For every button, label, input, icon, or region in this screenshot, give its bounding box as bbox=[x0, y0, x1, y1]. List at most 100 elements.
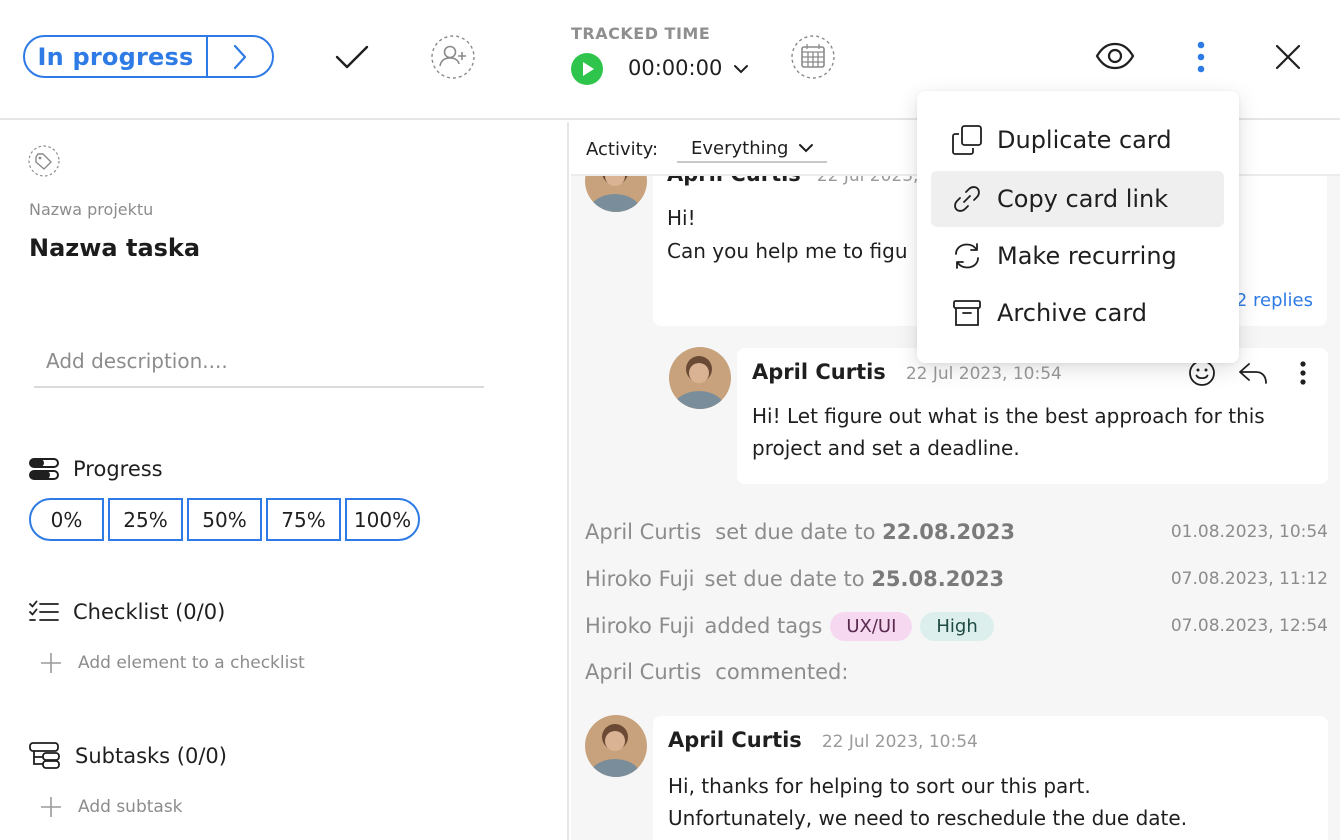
subtasks-section-header: Subtasks (0/0) bbox=[29, 742, 227, 770]
tag-badge: High bbox=[920, 611, 994, 641]
timer-value: 00:00:00 bbox=[628, 56, 723, 80]
calendar-icon bbox=[791, 35, 835, 79]
log-action: commented: bbox=[715, 660, 849, 684]
subtasks-icon bbox=[29, 742, 60, 769]
comment-text-line: Unfortunately, we need to reschedule the… bbox=[668, 806, 1188, 830]
close-button[interactable] bbox=[1272, 41, 1304, 73]
card-options-menu: Duplicate card Copy card link Make recur… bbox=[917, 91, 1239, 363]
progress-options: 0% 25% 50% 75% 100% bbox=[29, 498, 420, 541]
log-timestamp: 07.08.2023, 12:54 bbox=[1170, 616, 1328, 636]
menu-item-copy-card-link[interactable]: Copy card link bbox=[931, 171, 1224, 227]
chevron-down-icon bbox=[799, 144, 814, 153]
reply-text-line: Hi! Let figure out what is the best appr… bbox=[752, 404, 1265, 428]
progress-section-header: Progress bbox=[29, 457, 163, 481]
reply-card: April Curtis 22 Jul 2023, 10:54 Hi! Let … bbox=[737, 348, 1328, 484]
activity-filter-value: Everything bbox=[691, 137, 789, 159]
reply-button[interactable] bbox=[1237, 358, 1269, 388]
kebab-menu-icon bbox=[1300, 361, 1306, 385]
comment-author: April Curtis bbox=[668, 728, 802, 752]
reply-author: April Curtis bbox=[752, 360, 886, 384]
activity-log-item: April Curtis commented: bbox=[585, 657, 1328, 687]
add-tag-button[interactable] bbox=[28, 145, 60, 177]
add-checklist-item-label: Add element to a checklist bbox=[78, 653, 305, 673]
tag-badge: UX/UI bbox=[830, 611, 913, 641]
log-action: set due date to bbox=[715, 520, 876, 544]
timer-dropdown-button[interactable] bbox=[730, 58, 752, 80]
replies-link[interactable]: 2 replies bbox=[1236, 290, 1313, 311]
more-options-button[interactable] bbox=[1188, 38, 1214, 76]
description-input[interactable] bbox=[34, 336, 484, 388]
progress-option-75[interactable]: 75% bbox=[266, 498, 341, 541]
tag-icon bbox=[28, 145, 60, 177]
log-user: Hiroko Fuji bbox=[585, 567, 695, 591]
add-checklist-item-button[interactable]: Add element to a checklist bbox=[40, 652, 305, 674]
plus-icon bbox=[41, 653, 61, 673]
chevron-down-icon bbox=[734, 65, 748, 74]
progress-icon bbox=[29, 458, 59, 480]
due-date-button[interactable] bbox=[790, 34, 836, 80]
task-details-panel: Nazwa projektu Nazwa taska Progress 0% 2… bbox=[0, 122, 569, 840]
log-user: Hiroko Fuji bbox=[585, 614, 695, 638]
activity-log-item: Hiroko Fuji set due date to 25.08.2023 0… bbox=[585, 564, 1328, 594]
log-user: April Curtis bbox=[585, 660, 702, 684]
assign-user-button[interactable] bbox=[430, 34, 476, 80]
log-user: April Curtis bbox=[585, 520, 702, 544]
menu-item-duplicate-card[interactable]: Duplicate card bbox=[931, 112, 1224, 168]
plus-icon bbox=[41, 797, 61, 817]
status-label[interactable]: In progress bbox=[25, 37, 206, 76]
log-value: 22.08.2023 bbox=[882, 520, 1015, 544]
menu-item-archive-card[interactable]: Archive card bbox=[931, 285, 1224, 341]
kebab-menu-icon bbox=[1197, 41, 1205, 73]
add-subtask-button[interactable]: Add subtask bbox=[40, 796, 183, 818]
comment-text-line: Hi, thanks for helping to sort our this … bbox=[668, 774, 1091, 798]
checklist-section-header: Checklist (0/0) bbox=[29, 600, 225, 624]
reply-icon bbox=[1239, 363, 1267, 384]
checklist-title: Checklist (0/0) bbox=[73, 600, 226, 624]
log-value: 25.08.2023 bbox=[871, 567, 1005, 591]
play-icon bbox=[571, 53, 603, 85]
comment-text-line: Can you help me to figu bbox=[667, 239, 908, 263]
duplicate-icon bbox=[952, 125, 982, 155]
link-icon bbox=[954, 186, 980, 212]
progress-option-100[interactable]: 100% bbox=[345, 498, 420, 541]
progress-title: Progress bbox=[73, 457, 163, 481]
progress-option-25[interactable]: 25% bbox=[108, 498, 183, 541]
menu-item-make-recurring[interactable]: Make recurring bbox=[931, 228, 1224, 284]
log-timestamp: 07.08.2023, 11:12 bbox=[1170, 569, 1328, 589]
add-user-icon bbox=[431, 35, 475, 79]
activity-log-item: Hiroko Fuji added tags UX/UI High 07.08.… bbox=[585, 611, 1328, 641]
task-title[interactable]: Nazwa taska bbox=[29, 234, 200, 262]
archive-icon bbox=[953, 300, 981, 326]
project-name: Nazwa projektu bbox=[29, 200, 154, 219]
menu-item-label: Copy card link bbox=[997, 185, 1169, 213]
watch-button[interactable] bbox=[1094, 40, 1136, 72]
comment-text-line: Hi! bbox=[667, 206, 696, 230]
chevron-right-icon bbox=[233, 44, 247, 69]
checkmark-icon bbox=[335, 45, 369, 69]
progress-option-0[interactable]: 0% bbox=[29, 498, 104, 541]
menu-item-label: Make recurring bbox=[997, 242, 1177, 270]
start-timer-button[interactable] bbox=[570, 52, 604, 86]
activity-filter-select[interactable]: Everything bbox=[677, 137, 827, 163]
checklist-icon bbox=[29, 600, 59, 621]
menu-item-label: Duplicate card bbox=[997, 126, 1172, 154]
activity-label: Activity: bbox=[586, 139, 659, 160]
emoji-icon bbox=[1189, 360, 1215, 386]
avatar bbox=[669, 347, 731, 409]
next-status-button[interactable] bbox=[206, 37, 272, 76]
menu-item-label: Archive card bbox=[997, 299, 1148, 327]
tracked-time-title: TRACKED TIME bbox=[571, 24, 711, 43]
log-action: added tags bbox=[704, 614, 823, 638]
comment-card: April Curtis 22 Jul 2023, 10:54 Hi, than… bbox=[653, 716, 1328, 840]
log-action: set due date to bbox=[704, 567, 865, 591]
comment-options-button[interactable] bbox=[1293, 358, 1313, 388]
avatar bbox=[585, 715, 647, 777]
eye-icon bbox=[1095, 42, 1135, 70]
reply-date: 22 Jul 2023, 10:54 bbox=[905, 364, 1062, 384]
recurring-icon bbox=[955, 243, 979, 269]
complete-button[interactable] bbox=[330, 38, 374, 76]
status-selector[interactable]: In progress bbox=[23, 35, 274, 78]
log-timestamp: 01.08.2023, 10:54 bbox=[1170, 522, 1328, 542]
progress-option-50[interactable]: 50% bbox=[187, 498, 262, 541]
activity-log-item: April Curtis set due date to 22.08.2023 … bbox=[585, 517, 1328, 547]
